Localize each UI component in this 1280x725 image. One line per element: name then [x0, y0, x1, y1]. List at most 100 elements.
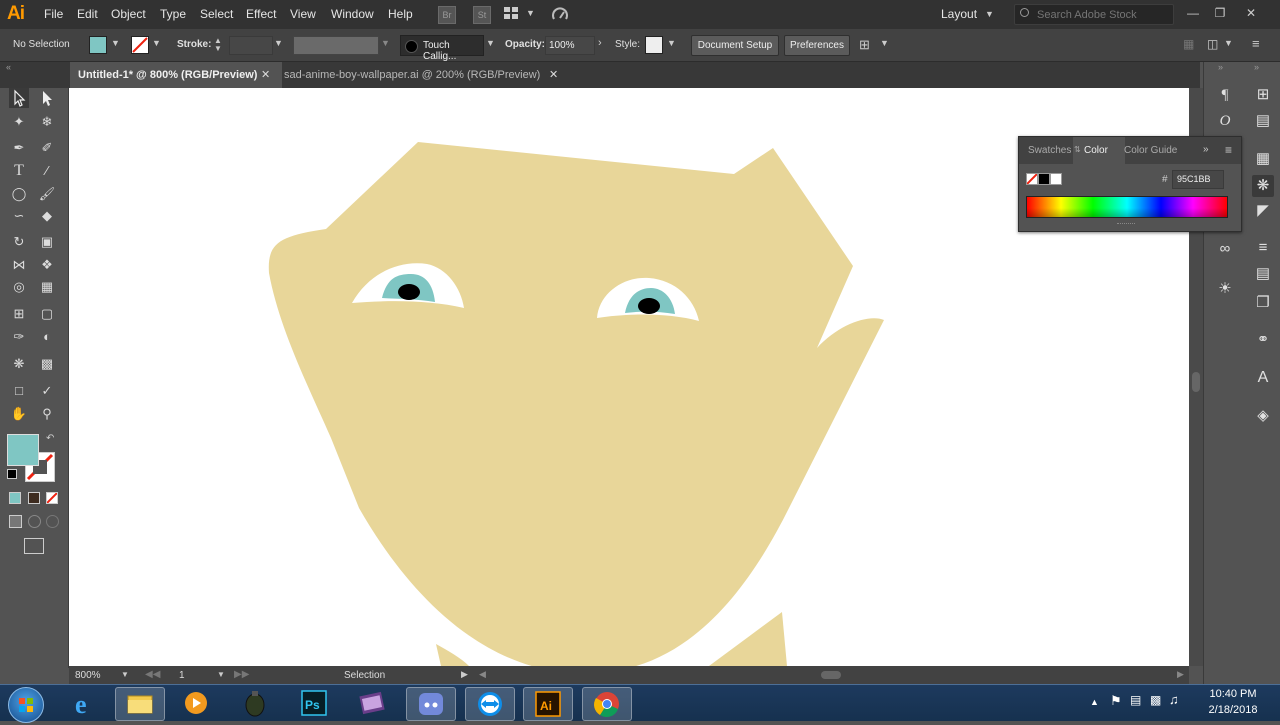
close-icon[interactable]: ✕: [261, 62, 270, 88]
links-icon[interactable]: ∞: [1214, 238, 1236, 260]
transparency-icon[interactable]: ❐: [1252, 292, 1274, 314]
volume-icon[interactable]: ♫: [1169, 692, 1179, 707]
swap-fill-stroke-icon[interactable]: ↶: [46, 433, 54, 444]
character-icon[interactable]: A: [1252, 367, 1274, 389]
chevron-down-icon[interactable]: ▼: [667, 38, 676, 48]
menu-effect[interactable]: Effect: [246, 7, 276, 21]
chevron-down-icon[interactable]: ▼: [526, 8, 535, 18]
stroke-swatch[interactable]: [131, 36, 149, 54]
flag-icon[interactable]: ⚑: [1110, 693, 1122, 709]
photoshop-icon[interactable]: Ps: [290, 687, 338, 719]
chevron-down-icon[interactable]: ▼: [381, 38, 390, 48]
default-colors-icon[interactable]: [7, 469, 17, 479]
draw-behind-icon[interactable]: [28, 515, 41, 528]
clock-date[interactable]: 2/18/2018: [1198, 704, 1268, 716]
fill-swatch[interactable]: [89, 36, 107, 54]
cc-libraries-icon[interactable]: ⚭: [1252, 329, 1274, 351]
expand-panels-icon[interactable]: »: [1218, 62, 1223, 72]
brightness-icon[interactable]: ☀: [1214, 278, 1236, 300]
file-explorer-icon[interactable]: [115, 687, 165, 721]
close-button[interactable]: ✕: [1242, 4, 1260, 22]
chrome-icon[interactable]: [582, 687, 632, 721]
scroll-right-icon[interactable]: ▶: [1177, 669, 1184, 680]
arrange-icon[interactable]: ⊞: [859, 37, 870, 53]
transform-icon[interactable]: ◫: [1207, 37, 1218, 51]
transform-panel-icon[interactable]: ⊞: [1252, 84, 1274, 106]
panel-menu-icon[interactable]: ≡: [1225, 143, 1232, 157]
opacity-input[interactable]: 100%: [545, 36, 595, 55]
stock-icon[interactable]: St: [473, 6, 491, 24]
fill-color-box[interactable]: [7, 434, 39, 466]
arrange-documents-icon[interactable]: [504, 7, 518, 19]
artboard-tool-icon[interactable]: □: [9, 381, 29, 401]
network-icon[interactable]: ▩: [1150, 693, 1161, 707]
close-icon[interactable]: ✕: [549, 62, 558, 88]
tab-color-guide[interactable]: Color Guide: [1124, 145, 1177, 156]
resize-grip[interactable]: [1117, 223, 1135, 227]
chevron-down-icon[interactable]: ▼: [985, 9, 994, 19]
chevron-down-icon[interactable]: ▼: [121, 670, 129, 679]
teamviewer-icon[interactable]: [465, 687, 515, 721]
play-icon[interactable]: ▶: [461, 669, 468, 680]
white-swatch[interactable]: [1050, 173, 1062, 185]
collapse-panel-icon[interactable]: »: [1203, 144, 1209, 155]
menu-edit[interactable]: Edit: [77, 7, 98, 21]
rotate-tool-icon[interactable]: ↻: [9, 232, 29, 252]
gradient-panel-icon[interactable]: ▤: [1252, 263, 1274, 285]
color-guide-icon[interactable]: ◤: [1252, 200, 1274, 222]
scale-tool-icon[interactable]: ▣: [37, 232, 57, 252]
neck-left-shape[interactable]: [436, 644, 469, 666]
menu-view[interactable]: View: [290, 7, 316, 21]
stock-search-input[interactable]: [1035, 7, 1171, 23]
movie-maker-icon[interactable]: [348, 687, 396, 719]
panel-menu-icon[interactable]: ≡: [1252, 36, 1260, 51]
gradient-mode-icon[interactable]: [28, 492, 40, 504]
color-mode-icon[interactable]: [9, 492, 21, 504]
graphic-style-swatch[interactable]: [645, 36, 663, 54]
pen-tool-icon[interactable]: ✒: [9, 138, 29, 158]
paragraph-icon[interactable]: ¶: [1214, 84, 1236, 106]
expand-panels-icon[interactable]: »: [1254, 62, 1259, 72]
eraser-icon[interactable]: ◆: [37, 206, 57, 226]
symbol-sprayer-icon[interactable]: ❋: [9, 354, 29, 374]
restore-button[interactable]: ❐: [1211, 4, 1229, 22]
stroke-weight-input[interactable]: [229, 36, 273, 55]
tab-options-icon[interactable]: ⇅: [1074, 145, 1081, 154]
tab-untitled-1[interactable]: Untitled-1* @ 800% (RGB/Preview): [70, 62, 282, 88]
neck-right-shape[interactable]: [709, 612, 787, 666]
opentype-icon[interactable]: O: [1214, 110, 1236, 132]
hand-tool-icon[interactable]: ✋: [9, 404, 29, 424]
magic-wand-icon[interactable]: ✦: [9, 112, 29, 132]
variable-width-profile[interactable]: [293, 36, 379, 55]
document-setup-button[interactable]: Document Setup: [691, 35, 779, 56]
menu-select[interactable]: Select: [200, 7, 233, 21]
screen-mode-icon[interactable]: [24, 538, 44, 554]
show-hidden-icons[interactable]: ▲: [1090, 697, 1099, 707]
stroke-panel-icon[interactable]: ≡: [1252, 237, 1274, 259]
color-panel-icon[interactable]: ❋: [1252, 175, 1274, 197]
zoom-tool-icon[interactable]: ⚲: [37, 404, 57, 424]
slice-tool-icon[interactable]: ✓: [37, 381, 57, 401]
perspective-grid-icon[interactable]: ▦: [37, 277, 57, 297]
clock-time[interactable]: 10:40 PM: [1198, 688, 1268, 700]
color-spectrum[interactable]: [1026, 196, 1228, 218]
workspace-switcher[interactable]: Layout: [941, 7, 977, 21]
stock-search[interactable]: [1014, 4, 1174, 25]
chevron-down-icon[interactable]: ▼: [217, 670, 225, 679]
gradient-tool-icon[interactable]: ▢: [37, 304, 57, 324]
direct-selection-tool-icon[interactable]: [37, 88, 57, 108]
menu-window[interactable]: Window: [331, 7, 374, 21]
tab-swatches[interactable]: Swatches: [1028, 145, 1071, 156]
chevron-down-icon[interactable]: ▼: [274, 38, 283, 48]
black-swatch[interactable]: [1038, 173, 1050, 185]
chevron-right-icon[interactable]: ›: [598, 37, 602, 49]
puppet-warp-icon[interactable]: ❖: [37, 255, 57, 275]
internet-explorer-icon[interactable]: e: [60, 687, 108, 719]
align-icon[interactable]: ▦: [1183, 37, 1194, 51]
brush-definition[interactable]: Touch Callig...: [400, 35, 484, 62]
menu-file[interactable]: File: [44, 7, 63, 21]
chevron-down-icon[interactable]: ▼: [486, 38, 495, 48]
preferences-button[interactable]: Preferences: [784, 35, 850, 56]
shape-builder-icon[interactable]: ◎: [9, 277, 29, 297]
stroke-stepper[interactable]: ▲ ▼: [214, 37, 222, 53]
